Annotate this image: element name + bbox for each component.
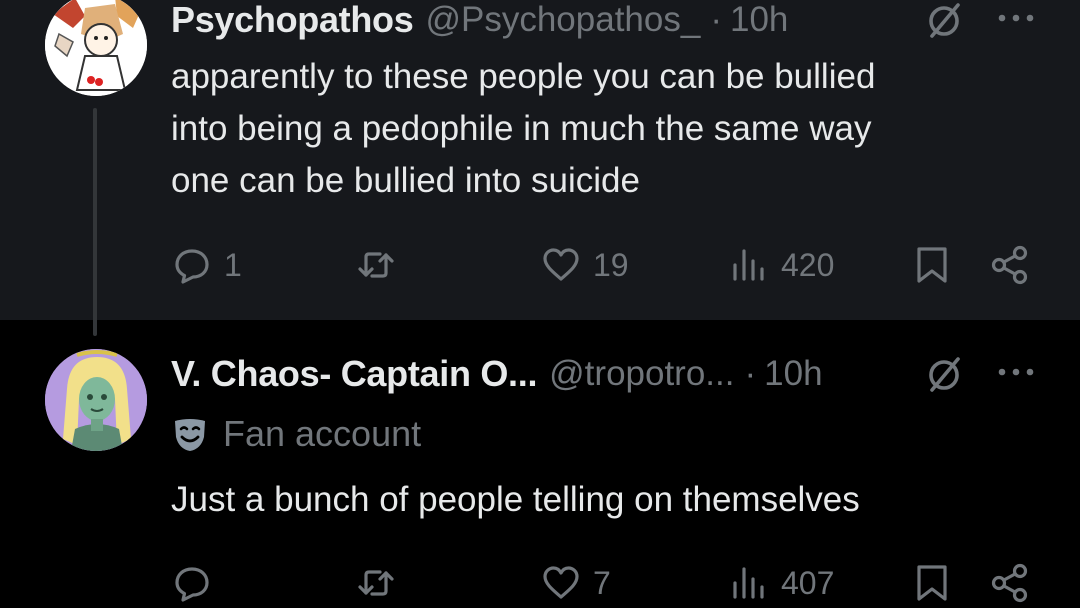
- bookmark-icon: [917, 565, 947, 601]
- share-button[interactable]: [990, 558, 1030, 608]
- grok-slash-icon[interactable]: [923, 353, 965, 395]
- display-name[interactable]: Psychopathos: [171, 0, 414, 41]
- separator-dot: ·: [744, 354, 757, 393]
- bookmark-icon: [917, 247, 947, 283]
- post-time[interactable]: 10h: [730, 0, 788, 40]
- theater-mask-icon: [175, 419, 205, 451]
- user-handle[interactable]: @tropotro...: [549, 354, 734, 394]
- more-dots-icon[interactable]: [994, 364, 1038, 380]
- like-button[interactable]: 7: [541, 558, 611, 608]
- thread-connector-line: [93, 108, 97, 336]
- avatar-drawing: [45, 0, 147, 96]
- like-count: 7: [593, 564, 611, 601]
- avatar-drawing: [45, 349, 147, 451]
- bookmark-button[interactable]: [912, 558, 952, 608]
- user-handle[interactable]: @Psychopathos_: [425, 0, 700, 40]
- views-button[interactable]: 420: [729, 240, 834, 290]
- reply-button[interactable]: [172, 558, 224, 608]
- thread-view: Psychopathos @Psychopathos_ · 10h appare…: [0, 0, 1080, 608]
- share-button[interactable]: [990, 240, 1030, 290]
- views-button[interactable]: 407: [729, 558, 834, 608]
- bookmark-button[interactable]: [912, 240, 952, 290]
- post-text: Just a bunch of people telling on themse…: [171, 480, 860, 519]
- fan-account-text: Fan account: [223, 413, 422, 454]
- views-bars-icon: [733, 249, 764, 281]
- grok-slash-icon[interactable]: [923, 0, 965, 41]
- reply-count: 1: [224, 246, 242, 283]
- display-name[interactable]: V. Chaos- Captain O...: [171, 353, 537, 395]
- separator-dot: ·: [710, 0, 722, 39]
- view-count: 407: [781, 564, 835, 601]
- avatar[interactable]: [45, 349, 147, 451]
- post-header: Psychopathos @Psychopathos_ · 10h: [171, 0, 1040, 42]
- more-dots-icon[interactable]: [994, 10, 1038, 26]
- share-icon: [991, 563, 1028, 603]
- repost-arrows-icon: [358, 570, 394, 596]
- heart-icon: [543, 566, 579, 599]
- action-bar: 1 19 420: [0, 240, 1080, 290]
- repost-button[interactable]: [356, 558, 408, 608]
- share-icon: [991, 245, 1028, 285]
- post-text: apparently to these people you can be bu…: [171, 57, 876, 200]
- repost-button[interactable]: [356, 240, 408, 290]
- reply-bubble-icon: [175, 249, 209, 284]
- post-psychopathos[interactable]: Psychopathos @Psychopathos_ · 10h appare…: [0, 0, 1080, 320]
- post-time[interactable]: 10h: [764, 354, 822, 394]
- fan-account-label: Fan account: [171, 412, 421, 456]
- reply-bubble-icon: [175, 567, 209, 602]
- views-bars-icon: [733, 567, 764, 599]
- view-count: 420: [781, 246, 835, 283]
- heart-icon: [543, 248, 579, 281]
- repost-arrows-icon: [358, 252, 394, 278]
- like-count: 19: [593, 246, 629, 283]
- post-header: V. Chaos- Captain O... @tropotro... · 10…: [171, 352, 1040, 396]
- reply-button[interactable]: 1: [172, 240, 242, 290]
- like-button[interactable]: 19: [541, 240, 629, 290]
- avatar[interactable]: [45, 0, 147, 96]
- action-bar: 7 407: [0, 558, 1080, 608]
- post-v-chaos[interactable]: V. Chaos- Captain O... @tropotro... · 10…: [0, 320, 1080, 608]
